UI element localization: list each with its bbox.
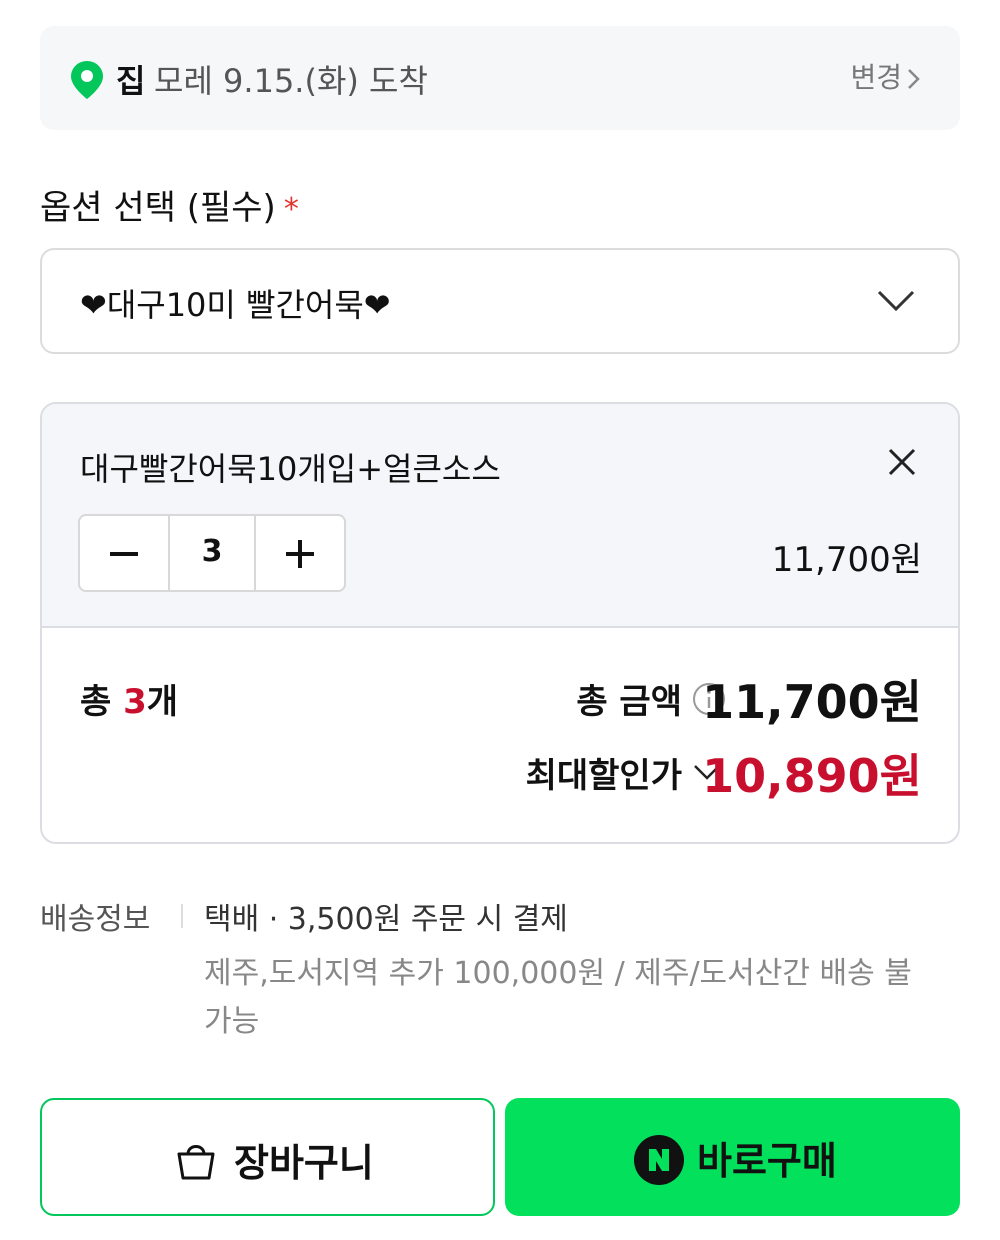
buy-now-label: 바로구매	[697, 1139, 837, 1183]
change-address-link[interactable]: 변경	[850, 56, 902, 96]
max-discount-price: 10,890원	[702, 749, 922, 803]
decrease-quantity-button[interactable]	[80, 516, 168, 590]
option-selected-value: ❤대구10미 빨간어묵❤	[80, 286, 391, 324]
option-dropdown[interactable]: ❤대구10미 빨간어묵❤	[40, 248, 960, 354]
delivery-arrival-date: 모레 9.15.(화) 도착	[154, 62, 428, 100]
add-to-cart-label: 장바구니	[234, 1141, 374, 1185]
close-icon[interactable]	[884, 444, 920, 480]
selected-item-name: 대구빨간어묵10개입+얼큰소스	[80, 450, 501, 488]
total-amount-label: 총 금액	[576, 682, 682, 722]
naver-n-logo	[634, 1135, 684, 1185]
shipping-extra-note: 제주,도서지역 추가 100,000원 / 제주/도서산간 배송 불가능	[204, 956, 912, 1039]
total-count-suffix: 개	[146, 682, 179, 722]
selected-item-row: 대구빨간어묵10개입+얼큰소스 3 11,700원	[42, 404, 958, 628]
option-title-text: 옵션 선택 (필수)	[40, 188, 276, 228]
location-pin-icon	[71, 61, 103, 99]
required-mark: *	[283, 192, 299, 227]
shipping-info-label: 배송정보	[40, 902, 151, 937]
total-amount-value: 11,700원	[702, 675, 922, 729]
option-select-title: 옵션 선택 (필수) *	[40, 180, 299, 229]
selected-option-card: 대구빨간어묵10개입+얼큰소스 3 11,700원 총 3개 총 금액 11,7…	[40, 402, 960, 844]
minus-icon	[110, 552, 138, 556]
total-count-prefix: 총	[80, 682, 124, 722]
total-count-number: 3	[123, 682, 147, 722]
buy-now-button[interactable]: 바로구매	[505, 1098, 960, 1216]
shopping-bag-icon	[177, 1145, 215, 1180]
increase-quantity-button[interactable]	[256, 516, 344, 590]
quantity-value[interactable]: 3	[168, 516, 256, 590]
delivery-location: 집	[116, 62, 146, 100]
quantity-stepper: 3	[78, 514, 346, 592]
shipping-method-fee: 택배 · 3,500원 주문 시 결제	[204, 902, 568, 937]
chevron-right-icon	[908, 69, 920, 89]
total-count: 총 3개	[80, 674, 178, 723]
add-to-cart-button[interactable]: 장바구니	[40, 1098, 495, 1216]
selected-item-price: 11,700원	[771, 540, 922, 580]
chevron-down-icon	[877, 290, 915, 312]
plus-icon	[286, 540, 314, 568]
divider	[181, 904, 183, 928]
delivery-info-bar: 집 모레 9.15.(화) 도착 변경	[40, 26, 960, 130]
max-discount-toggle[interactable]: 최대할인가	[526, 748, 682, 797]
